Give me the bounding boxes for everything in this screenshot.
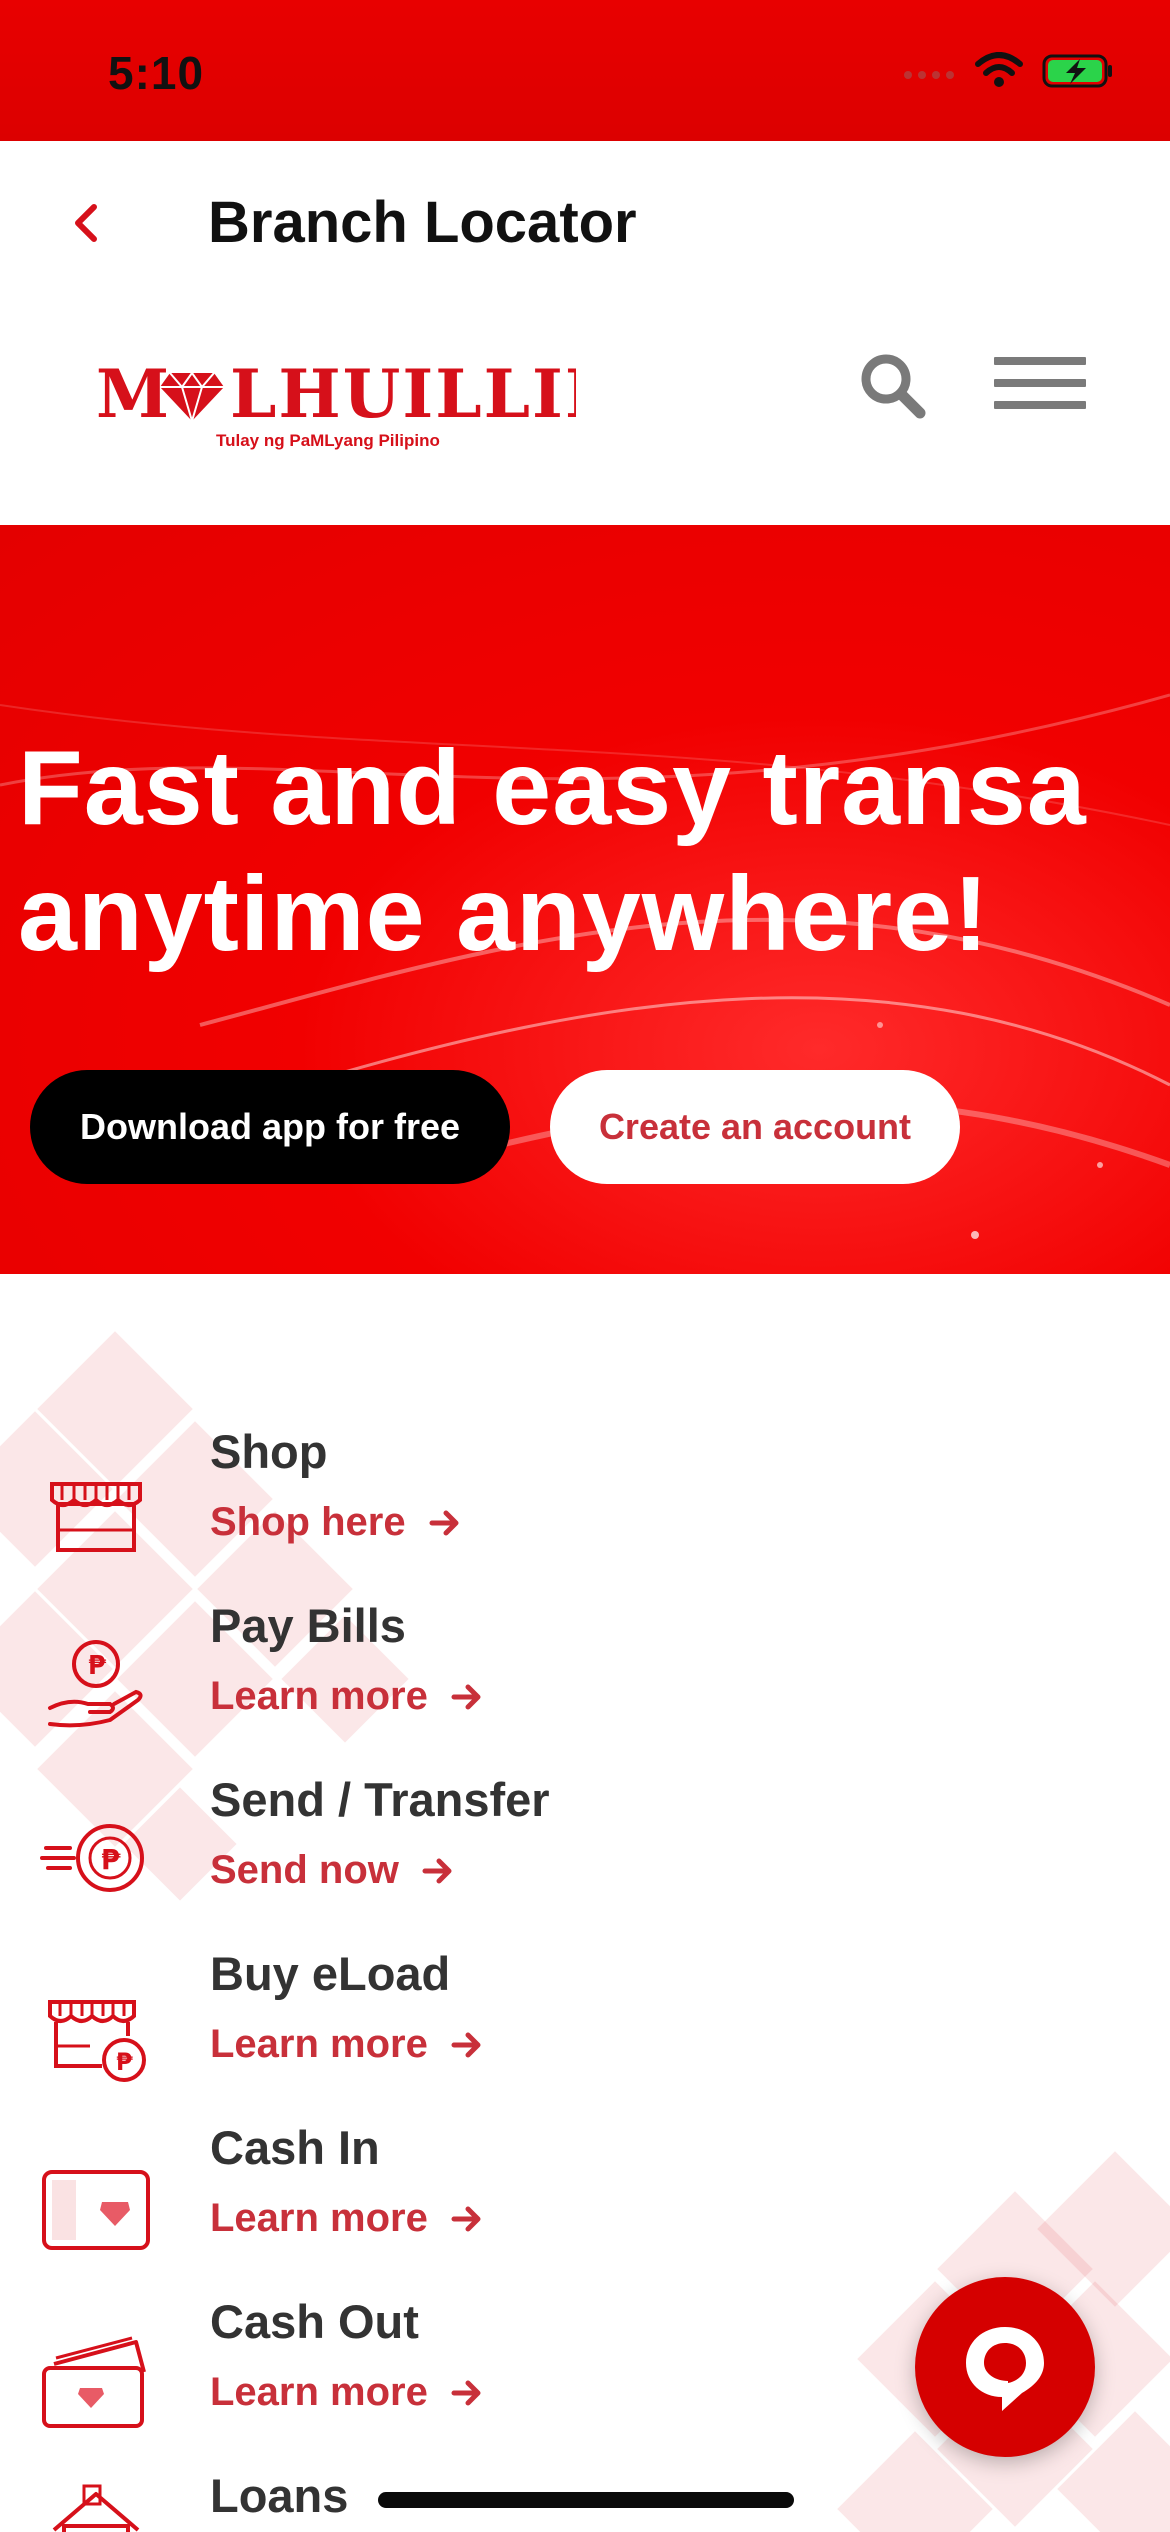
arrow-right-icon (422, 1858, 452, 1883)
hero-headline-line1: Fast and easy transa (18, 729, 1087, 847)
download-app-button[interactable]: Download app for free (30, 1070, 510, 1184)
arrow-right-icon (451, 2380, 481, 2405)
svg-text:M: M (96, 355, 171, 433)
service-item-cash-out: Cash Out Learn more (0, 2294, 800, 2468)
status-icons (902, 52, 1114, 90)
logo-tagline: Tulay ng PaMLyang Pilipino (216, 431, 440, 450)
cash-in-learn-more-link[interactable]: Learn more (210, 2196, 484, 2241)
service-link-label: Shop here (210, 1500, 406, 1544)
arrow-right-icon (429, 1510, 459, 1535)
svg-text:LHUILLIER: LHUILLIER (230, 355, 576, 433)
cash-out-learn-more-link[interactable]: Learn more (210, 2370, 484, 2415)
hamburger-menu-icon-bar (994, 401, 1086, 409)
store-coin-icon: ₱ (48, 2000, 146, 2082)
wifi-icon (975, 52, 1023, 87)
battery-charging-icon (1042, 54, 1112, 88)
arrow-right-icon (451, 1684, 481, 1709)
svg-text:₱: ₱ (88, 1651, 107, 1681)
nav-header: Branch Locator (0, 141, 1170, 311)
storefront-icon (50, 1482, 142, 1552)
chevron-left-icon (75, 204, 97, 242)
service-link-label: Learn more (210, 2196, 428, 2240)
hand-coin-icon: ₱ (48, 1640, 143, 1728)
arrow-right-icon (451, 2206, 481, 2231)
chat-button[interactable] (915, 2277, 1095, 2457)
service-title: Shop (210, 1425, 328, 1478)
fast-coin-icon: ₱ (40, 1824, 144, 1892)
service-title: Loans (210, 2469, 349, 2522)
svg-text:₱: ₱ (101, 1843, 121, 1876)
cards-icon (42, 2336, 146, 2428)
send-now-link[interactable]: Send now (210, 1848, 455, 1893)
home-indicator (378, 2492, 794, 2508)
create-account-button[interactable]: Create an account (550, 1070, 960, 1184)
hamburger-menu-icon-bar (994, 357, 1086, 365)
service-title: Cash Out (210, 2295, 419, 2348)
service-link-label: Send now (210, 1848, 399, 1892)
search-button[interactable] (858, 351, 928, 421)
hero-headline-line2: anytime anywhere! (18, 855, 990, 973)
buy-eload-learn-more-link[interactable]: Learn more (210, 2022, 484, 2067)
service-link-label: Learn more (210, 1674, 428, 1718)
service-title: Buy eLoad (210, 1947, 451, 2000)
hero-banner: Fast and easy transa anytime anywhere! D… (0, 525, 1170, 1274)
service-link-label: Learn more (210, 2022, 428, 2066)
service-item-cash-in: Cash In Learn more (0, 2120, 800, 2294)
service-item-send-transfer: ₱ Send / Transfer Send now (0, 1772, 800, 1946)
wallet-icon (42, 2170, 150, 2250)
hamburger-menu-icon-bar (994, 379, 1086, 387)
pay-bills-learn-more-link[interactable]: Learn more (210, 1674, 484, 1719)
status-time: 5:10 (108, 47, 205, 99)
shop-here-link[interactable]: Shop here (210, 1500, 462, 1545)
back-button[interactable] (64, 199, 112, 247)
service-item-shop: Shop Shop here (0, 1424, 800, 1598)
service-title: Cash In (210, 2121, 380, 2174)
service-link-label: Learn more (210, 2370, 428, 2414)
hero-headline: Fast and easy transa anytime anywhere! (18, 725, 1170, 977)
page-title: Branch Locator (208, 190, 637, 255)
service-item-pay-bills: ₱ Pay Bills Learn more (0, 1598, 800, 1772)
chat-bubble-icon (966, 2327, 1044, 2411)
hamburger-menu-button[interactable] (994, 357, 1086, 423)
svg-text:₱: ₱ (116, 2048, 133, 2076)
search-icon (861, 354, 926, 419)
status-bar: 5:10 (0, 0, 1170, 141)
service-title: Send / Transfer (210, 1773, 550, 1826)
cellular-signal-icon (904, 71, 954, 79)
site-header: M LHUILLIER Tulay ng PaMLyang Pilipino (0, 311, 1170, 525)
service-title: Pay Bills (210, 1599, 406, 1652)
house-icon (52, 2484, 140, 2532)
arrow-right-icon (451, 2032, 481, 2057)
brand-logo[interactable]: M LHUILLIER Tulay ng PaMLyang Pilipino (96, 347, 576, 457)
service-item-buy-eload: ₱ Buy eLoad Learn more (0, 1946, 800, 2120)
